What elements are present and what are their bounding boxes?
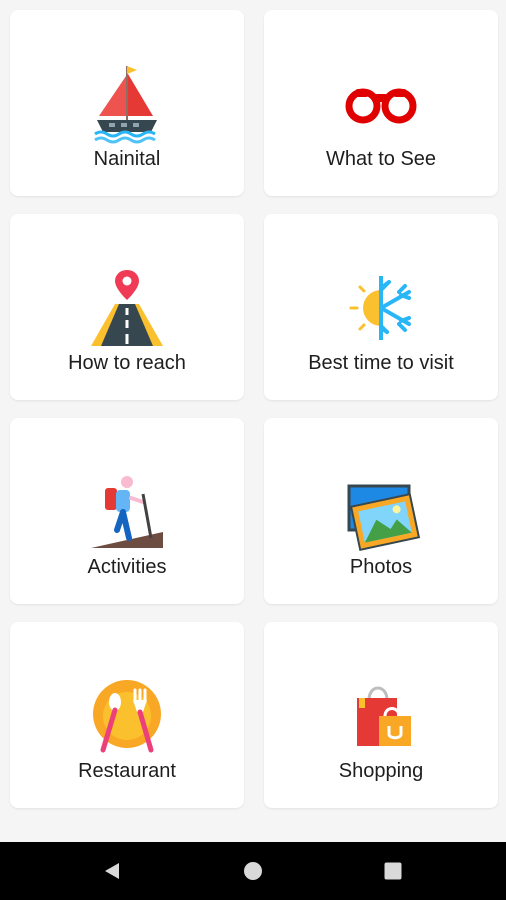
tile-activities[interactable]: Activities — [10, 418, 244, 604]
tile-shopping[interactable]: Shopping — [264, 622, 498, 808]
tile-label: Photos — [349, 556, 413, 578]
home-button[interactable] — [223, 842, 283, 900]
tile-label: Best time to visit — [308, 352, 454, 374]
tile-label: Nainital — [93, 148, 161, 170]
menu-grid: Nainital What to See How to reach Best t… — [0, 0, 506, 842]
tile-restaurant[interactable]: Restaurant — [10, 622, 244, 808]
tile-label: Activities — [87, 556, 167, 578]
tile-best-time-to-visit[interactable]: Best time to visit — [264, 214, 498, 400]
binoculars-icon — [341, 64, 421, 144]
tile-label: Restaurant — [78, 760, 176, 782]
tile-nainital[interactable]: Nainital — [10, 10, 244, 196]
tile-label: What to See — [325, 148, 437, 170]
home-circle-icon — [244, 862, 262, 880]
photos-icon — [341, 472, 421, 552]
sun-snowflake-icon — [341, 268, 421, 348]
recents-button[interactable] — [363, 842, 423, 900]
back-triangle-icon — [105, 863, 119, 879]
hiker-icon — [87, 472, 167, 552]
sailboat-icon — [87, 64, 167, 144]
tile-label: Shopping — [338, 760, 424, 782]
tile-photos[interactable]: Photos — [264, 418, 498, 604]
system-navigation-bar — [0, 842, 506, 900]
road-pin-icon — [87, 268, 167, 348]
shopping-bags-icon — [341, 676, 421, 756]
tile-what-to-see[interactable]: What to See — [264, 10, 498, 196]
recents-square-icon — [384, 862, 402, 880]
back-button[interactable] — [82, 842, 142, 900]
tile-label: How to reach — [68, 352, 186, 374]
tile-how-to-reach[interactable]: How to reach — [10, 214, 244, 400]
plate-cutlery-icon — [87, 676, 167, 756]
